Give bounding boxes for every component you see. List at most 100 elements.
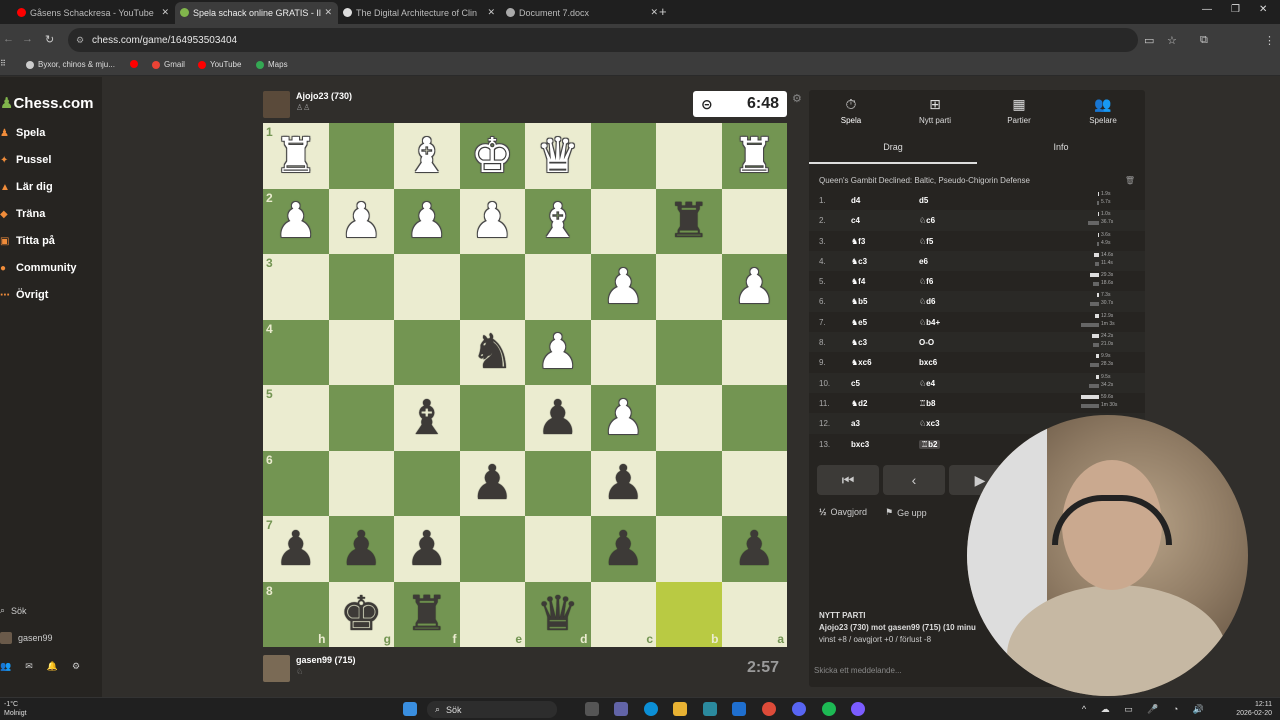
spotify-icon[interactable] <box>822 702 836 716</box>
white-move[interactable]: ♞c3 <box>851 257 867 266</box>
browser-tab[interactable]: The Digital Architecture of Clin ✕ <box>338 2 501 24</box>
black-pawn-icon[interactable]: ♟ <box>274 525 317 573</box>
board-square[interactable] <box>525 516 591 582</box>
black-pawn-icon[interactable]: ♟ <box>602 459 645 507</box>
black-move[interactable]: ♘b4+ <box>919 318 940 327</box>
panel-tab-clock[interactable]: ⏱ Spela <box>809 96 893 125</box>
close-tab-icon[interactable]: ✕ <box>487 7 495 18</box>
white-queen-icon[interactable]: ♛ <box>536 132 579 180</box>
tab-moves[interactable]: Drag <box>809 142 977 152</box>
black-move[interactable]: d5 <box>919 196 928 205</box>
white-pawn-icon[interactable]: ♟ <box>471 197 514 245</box>
store-icon[interactable] <box>703 702 717 716</box>
panel-tab-board[interactable]: ▦ Partier <box>977 96 1061 125</box>
browser-tab[interactable]: Spela schack online GRATIS - Il ✕ <box>175 2 338 24</box>
board-square[interactable]: 4 <box>263 319 329 385</box>
board-square[interactable]: ♟ <box>525 385 591 451</box>
menu-icon[interactable]: ⋮ <box>1264 34 1275 47</box>
board-square[interactable]: ♝ <box>394 385 460 451</box>
black-bishop-icon[interactable]: ♝ <box>405 394 448 442</box>
forward-icon[interactable]: → <box>22 33 33 45</box>
cast-icon[interactable]: ▭ <box>1144 34 1154 47</box>
panel-tab-players[interactable]: 👥 Spelare <box>1061 96 1145 125</box>
sidebar-item-community[interactable]: ● Community <box>0 257 102 279</box>
weather-widget[interactable]: -1°C Molnigt <box>4 700 27 718</box>
white-move[interactable]: ♞f3 <box>851 237 865 246</box>
board-square[interactable] <box>656 123 722 189</box>
board-square[interactable] <box>721 385 787 451</box>
board-square[interactable]: d ♛ <box>525 581 591 647</box>
board-square[interactable]: ♞ <box>459 319 525 385</box>
top-player-name[interactable]: Ajojo23 (730) <box>296 91 352 101</box>
white-move[interactable]: ♞b5 <box>851 297 868 306</box>
black-pawn-icon[interactable]: ♟ <box>471 459 514 507</box>
board-square[interactable] <box>328 450 394 516</box>
board-square[interactable]: ♟ <box>721 516 787 582</box>
board-square[interactable] <box>590 319 656 385</box>
board-square[interactable]: ♟ <box>394 516 460 582</box>
black-rook-icon[interactable]: ♜ <box>405 590 448 638</box>
board-square[interactable] <box>459 254 525 320</box>
black-pawn-icon[interactable]: ♟ <box>602 525 645 573</box>
board-square[interactable]: ♟ <box>459 188 525 254</box>
browser-tab[interactable]: Document 7.docx ✕ <box>501 2 664 24</box>
black-pawn-icon[interactable]: ♟ <box>536 394 579 442</box>
panel-tab-plus[interactable]: ⊞ Nytt parti <box>893 96 977 125</box>
board-square[interactable] <box>328 319 394 385</box>
sidebar-item-more[interactable]: ⋯ Övrigt <box>0 284 102 306</box>
board-square[interactable]: a <box>721 581 787 647</box>
bookmark-item[interactable] <box>130 60 142 68</box>
board-square[interactable]: 8h <box>263 581 329 647</box>
white-move[interactable]: c5 <box>851 379 860 388</box>
white-move[interactable]: c4 <box>851 216 860 225</box>
board-square[interactable]: ♟ <box>590 385 656 451</box>
board-square[interactable] <box>525 254 591 320</box>
black-move[interactable]: ♘d6 <box>919 297 936 306</box>
board-square[interactable] <box>656 516 722 582</box>
chat-input[interactable]: Skicka ett meddelande... <box>814 666 902 675</box>
board-square[interactable] <box>394 254 460 320</box>
board-square[interactable] <box>459 385 525 451</box>
board-square[interactable]: ♜ <box>721 123 787 189</box>
white-move[interactable]: ♞c3 <box>851 338 867 347</box>
chesscom-logo[interactable]: ♟Chess.com <box>0 94 94 112</box>
apps-icon[interactable]: ⠿ <box>0 59 6 68</box>
white-move[interactable]: ♞f4 <box>851 277 865 286</box>
sidebar-user[interactable]: gasen99 <box>0 632 53 644</box>
chess-board[interactable]: 1 ♜ ♝ ♚ ♛ ♜ 2 ♟ ♟ ♟ ♟ ♝ ♜ 3 ♟ ♟ 4 ♞ ♟ 5 ♝ ♟ ♟ 6 ♟ ♟ 7 ♟ ♟ ♟ ♟ ♟ 8 h g ♚ f ♜ e d… <box>263 123 787 647</box>
board-square[interactable]: ♟ <box>721 254 787 320</box>
board-square[interactable]: e <box>459 581 525 647</box>
board-square[interactable]: 7 ♟ <box>263 516 329 582</box>
board-square[interactable]: 3 <box>263 254 329 320</box>
system-tray[interactable]: ^ ☁ ▭ 🎤 ◔ 🔊 <box>1082 704 1210 715</box>
white-move[interactable]: bxc3 <box>851 440 869 449</box>
board-square[interactable] <box>721 450 787 516</box>
sidebar-item-watch[interactable]: ▣ Titta på <box>0 230 102 252</box>
bookmark-item[interactable]: Byxor, chinos & mju... <box>26 60 115 69</box>
board-square[interactable]: ♟ <box>459 450 525 516</box>
board-square[interactable]: ♝ <box>525 188 591 254</box>
new-tab-button[interactable]: + <box>659 4 667 19</box>
board-square[interactable]: c <box>590 581 656 647</box>
close-tab-icon[interactable]: ✕ <box>650 7 658 18</box>
url-field[interactable]: ⚙ chess.com/game/164953503404 <box>68 28 1138 52</box>
board-square[interactable] <box>590 123 656 189</box>
board-square[interactable] <box>656 319 722 385</box>
board-square[interactable]: ♟ <box>394 188 460 254</box>
maximize-icon[interactable]: ❐ <box>1231 4 1240 15</box>
white-bishop-icon[interactable]: ♝ <box>405 132 448 180</box>
board-square[interactable]: ♛ <box>525 123 591 189</box>
white-pawn-icon[interactable]: ♟ <box>340 197 383 245</box>
board-square[interactable]: ♟ <box>590 516 656 582</box>
board-square[interactable] <box>394 450 460 516</box>
close-tab-icon[interactable]: ✕ <box>324 7 332 18</box>
board-square[interactable] <box>656 385 722 451</box>
browser-tab[interactable]: Gåsens Schackresa - YouTube ✕ <box>12 2 175 24</box>
extensions-icon[interactable]: ⧉ <box>1200 34 1208 47</box>
start-icon[interactable] <box>403 702 417 716</box>
white-move[interactable]: ♞xc6 <box>851 358 872 367</box>
white-bishop-icon[interactable]: ♝ <box>536 197 579 245</box>
board-square[interactable] <box>656 450 722 516</box>
white-move[interactable]: ♞e5 <box>851 318 867 327</box>
trash-icon[interactable]: 🗑 <box>1125 176 1135 185</box>
